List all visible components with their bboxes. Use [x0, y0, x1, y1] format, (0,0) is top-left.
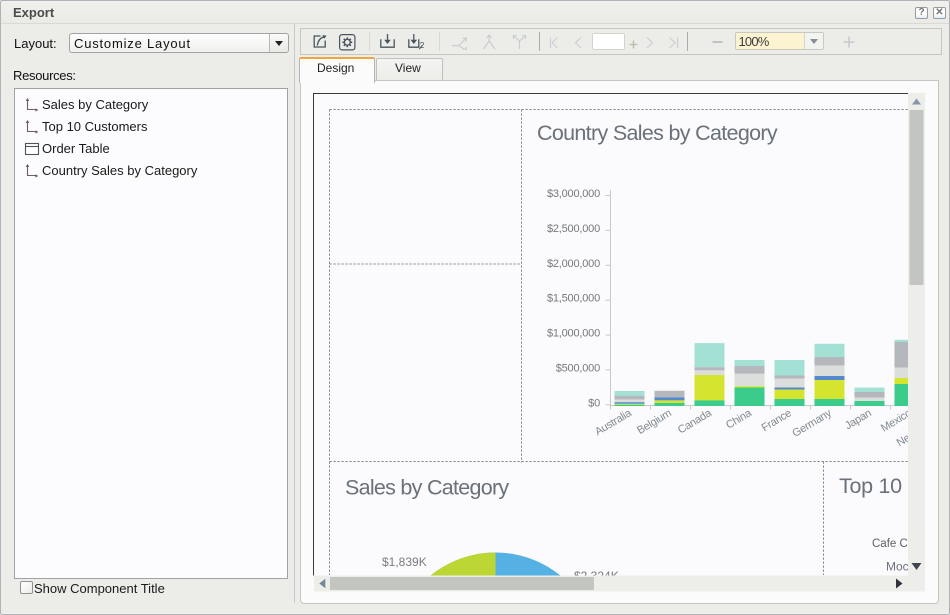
svg-text:$3,000,000: $3,000,000: [547, 188, 600, 200]
svg-text:$1,000,000: $1,000,000: [547, 328, 600, 340]
svg-text:$500,000: $500,000: [556, 362, 600, 374]
svg-text:$1,839K: $1,839K: [382, 555, 427, 569]
svg-text:$2,500,000: $2,500,000: [547, 223, 600, 235]
svg-text:$0: $0: [588, 397, 600, 409]
svg-text:$1,500,000: $1,500,000: [547, 293, 600, 305]
svg-text:2: 2: [420, 40, 425, 50]
svg-text:Sales by Category: Sales by Category: [345, 476, 509, 500]
svg-text:$2,000,000: $2,000,000: [547, 258, 600, 270]
svg-text:Cafe Con Leche: Cafe Con Leche: [872, 538, 938, 550]
svg-text:Country Sales by Category: Country Sales by Category: [537, 121, 778, 145]
